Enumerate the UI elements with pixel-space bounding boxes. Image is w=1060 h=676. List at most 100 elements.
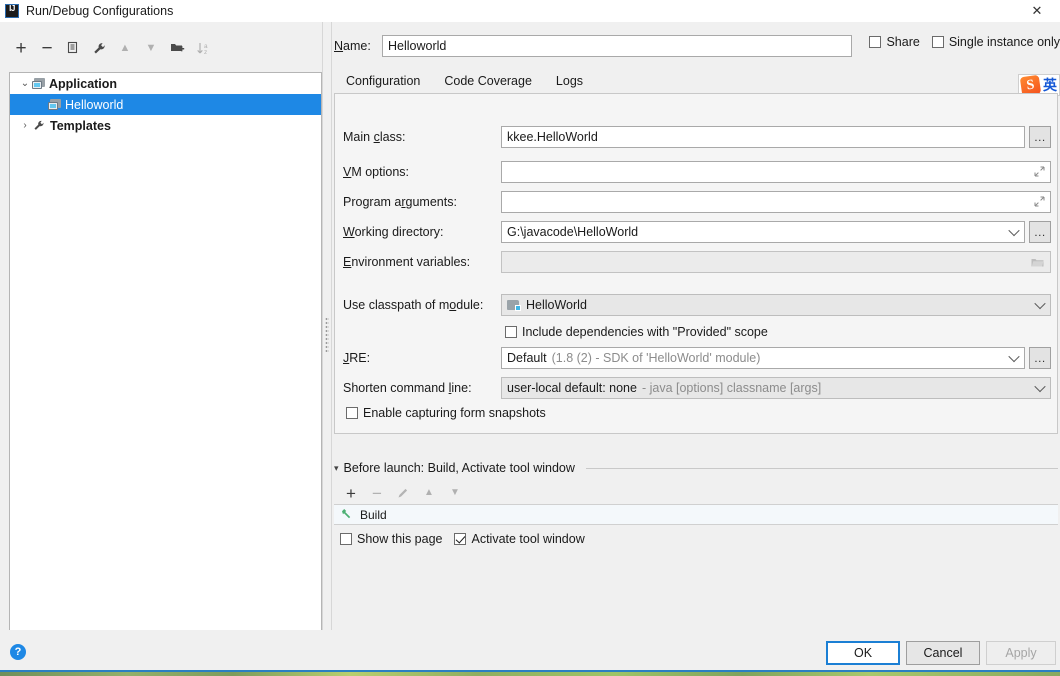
checkbox-box[interactable] <box>454 533 467 545</box>
window-title: Run/Debug Configurations <box>26 4 174 18</box>
chevron-right-icon[interactable]: › <box>18 120 32 131</box>
shorten-command-line-row: Shorten command line: user-local default… <box>343 377 1051 399</box>
working-directory-combo[interactable]: G:\javacode\HelloWorld <box>501 221 1025 243</box>
edit-templates-button[interactable] <box>86 37 112 59</box>
configurations-toolbar: + − ▲ ▼ a z <box>8 36 323 60</box>
title-bar: Run/Debug Configurations ✕ <box>0 0 1060 22</box>
close-icon[interactable]: ✕ <box>1014 0 1060 22</box>
checkbox-box[interactable] <box>869 36 882 48</box>
name-input[interactable] <box>382 35 852 57</box>
cancel-button[interactable]: Cancel <box>906 641 980 665</box>
remove-task-button[interactable]: − <box>364 482 390 504</box>
shorten-command-line-detail: - java [options] classname [args] <box>641 381 822 395</box>
chevron-down-icon[interactable] <box>1034 297 1046 310</box>
before-launch-title: Before launch: Build, Activate tool wind… <box>343 461 575 475</box>
edit-task-button[interactable] <box>390 482 416 504</box>
environment-variables-row: Environment variables: <box>343 251 1051 273</box>
chevron-down-icon[interactable] <box>1034 380 1046 393</box>
add-task-button[interactable]: + <box>338 482 364 504</box>
activate-tool-window-checkbox[interactable]: Activate tool window <box>454 532 585 546</box>
enable-form-snapshots-checkbox[interactable]: Enable capturing form snapshots <box>346 406 546 420</box>
configurations-tree[interactable]: ⌄ Application Helloworld › Templates <box>9 72 322 652</box>
jre-browse-button[interactable]: … <box>1029 347 1051 369</box>
before-launch-task-list[interactable]: Build <box>334 504 1058 525</box>
chevron-down-icon[interactable] <box>1008 350 1020 363</box>
environment-variables-input[interactable] <box>501 251 1051 273</box>
chevron-down-icon[interactable]: ⌄ <box>18 78 32 89</box>
tree-node-helloworld[interactable]: Helloworld <box>10 94 321 115</box>
use-classpath-of-module-combo[interactable]: HelloWorld <box>501 294 1051 316</box>
add-configuration-button[interactable]: + <box>8 37 34 59</box>
checkbox-box[interactable] <box>340 533 352 545</box>
checkbox-box[interactable] <box>346 407 358 419</box>
program-arguments-row: Program arguments: <box>343 191 1051 213</box>
working-directory-row: Working directory: G:\javacode\HelloWorl… <box>343 221 1051 243</box>
use-classpath-of-module-row: Use classpath of module: HelloWorld <box>343 294 1051 316</box>
configuration-form: Main class: kkee.HelloWorld … VM options… <box>334 94 1058 434</box>
include-provided-scope-label: Include dependencies with "Provided" sco… <box>522 325 768 339</box>
move-up-button[interactable]: ▲ <box>112 37 138 59</box>
section-rule <box>585 467 1058 469</box>
svg-text:z: z <box>204 49 207 56</box>
before-launch-header[interactable]: ▾ Before launch: Build, Activate tool wi… <box>334 459 1058 477</box>
splitter-grip-icon[interactable] <box>325 317 329 353</box>
tree-node-templates[interactable]: › Templates <box>10 115 321 136</box>
activate-tool-window-label: Activate tool window <box>471 532 585 546</box>
build-hammer-icon <box>340 508 354 522</box>
intellij-idea-icon <box>5 4 19 18</box>
chevron-down-icon[interactable] <box>1008 224 1020 237</box>
copy-configuration-button[interactable] <box>60 37 86 59</box>
application-icon <box>48 98 61 111</box>
vm-options-row: VM options: <box>343 161 1051 183</box>
splitter-edge-left <box>322 22 323 630</box>
share-label: Share <box>886 35 920 49</box>
create-folder-button[interactable] <box>164 37 190 59</box>
jre-label: JRE: <box>343 351 371 365</box>
move-down-button[interactable]: ▼ <box>138 37 164 59</box>
panel-splitter[interactable] <box>322 22 332 630</box>
use-classpath-of-module-label: Use classpath of module: <box>343 298 484 312</box>
expand-arrow-icon[interactable] <box>1034 196 1045 207</box>
jre-combo[interactable]: Default (1.8 (2) - SDK of 'HelloWorld' m… <box>501 347 1025 369</box>
wrench-icon <box>32 119 46 132</box>
tab-code-coverage[interactable]: Code Coverage <box>432 74 544 94</box>
collapse-triangle-icon[interactable]: ▾ <box>334 463 339 474</box>
before-launch-checkboxes: Show this page Activate tool window <box>340 532 585 546</box>
help-icon[interactable]: ? <box>10 644 26 660</box>
main-class-value: kkee.HelloWorld <box>507 130 598 144</box>
shorten-command-line-combo[interactable]: user-local default: none - java [options… <box>501 377 1051 399</box>
single-instance-only-checkbox[interactable]: Single instance only <box>931 35 1060 49</box>
checkbox-box[interactable] <box>931 36 944 48</box>
name-label: Name: <box>334 39 371 53</box>
tree-node-application[interactable]: ⌄ Application <box>10 73 321 94</box>
main-class-label: Main class: <box>343 130 406 144</box>
main-class-browse-button[interactable]: … <box>1029 126 1051 148</box>
enable-form-snapshots-label: Enable capturing form snapshots <box>363 406 546 420</box>
show-this-page-label: Show this page <box>357 532 443 546</box>
remove-configuration-button[interactable]: − <box>34 37 60 59</box>
tab-configuration[interactable]: Configuration <box>334 74 433 95</box>
working-directory-label: Working directory: <box>343 225 444 239</box>
top-checkboxes: Share Single instance only <box>869 35 1060 49</box>
move-task-down-button[interactable]: ▼ <box>442 482 468 504</box>
checkbox-box[interactable] <box>505 326 517 338</box>
before-launch-toolbar: + − ▲ ▼ <box>338 482 468 504</box>
tree-node-label: Helloworld <box>65 97 124 112</box>
tab-logs[interactable]: Logs <box>544 74 595 94</box>
shorten-command-line-value: user-local default: none <box>507 381 637 395</box>
working-directory-browse-button[interactable]: … <box>1029 221 1051 243</box>
jre-value-detail: (1.8 (2) - SDK of 'HelloWorld' module) <box>551 351 761 365</box>
task-label: Build <box>360 507 387 522</box>
folder-icon[interactable] <box>1031 257 1044 268</box>
program-arguments-label: Program arguments: <box>343 195 457 209</box>
sort-configurations-button[interactable]: a z <box>190 37 216 59</box>
include-provided-scope-checkbox[interactable]: Include dependencies with "Provided" sco… <box>505 325 768 339</box>
program-arguments-input[interactable] <box>501 191 1051 213</box>
ok-button[interactable]: OK <box>826 641 900 665</box>
show-this-page-checkbox[interactable]: Show this page <box>340 532 442 546</box>
move-task-up-button[interactable]: ▲ <box>416 482 442 504</box>
main-class-input[interactable]: kkee.HelloWorld <box>501 126 1025 148</box>
vm-options-input[interactable] <box>501 161 1051 183</box>
share-checkbox[interactable]: Share <box>869 35 920 49</box>
expand-arrow-icon[interactable] <box>1034 166 1045 177</box>
